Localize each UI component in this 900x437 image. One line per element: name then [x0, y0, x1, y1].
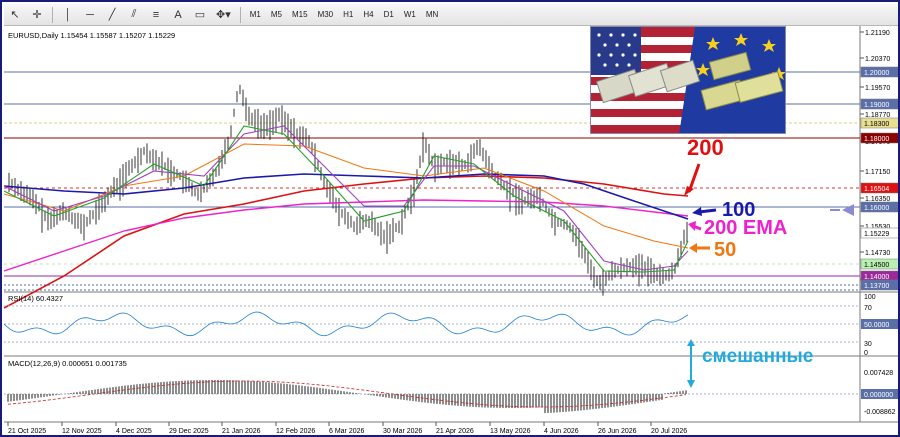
time-tick-label: 13 May 2026	[490, 428, 531, 435]
horizontal-line-icon[interactable]: ─	[80, 6, 100, 24]
time-tick-label: 29 Dec 2025	[169, 428, 209, 435]
timeframe-w1[interactable]: W1	[399, 7, 421, 23]
crosshair-icon[interactable]: ✛	[27, 6, 47, 24]
text-label-icon[interactable]: ▭	[190, 6, 210, 24]
timeframe-h4[interactable]: H4	[358, 7, 378, 23]
fibonacci-icon[interactable]: ≡	[146, 6, 166, 24]
time-tick-label: 21 Jan 2026	[222, 428, 261, 435]
rsi-badge-label: 50.0000	[864, 322, 889, 329]
mixed-arrowhead-down	[687, 380, 695, 388]
chart-window: ↖ ✛ │ ─ ╱ ⫽ ≡ A ▭ ✥▾ M1 M5 M15 M30 H1 H4…	[0, 0, 900, 437]
price-badge-label: 1.18000	[864, 136, 889, 143]
rsi-tick-100: 100	[864, 294, 876, 301]
time-tick-label: 4 Dec 2025	[116, 428, 152, 435]
time-tick-label: 6 Mar 2026	[329, 428, 365, 435]
price-badge-label: 1.20000	[864, 70, 889, 77]
time-tick-label: 12 Feb 2026	[276, 428, 315, 435]
cursor-arrow-icon[interactable]: ↖	[5, 6, 25, 24]
time-tick-label: 21 Apr 2026	[436, 428, 474, 435]
trendline-icon[interactable]: ╱	[102, 6, 122, 24]
price-badge-label: 1.16504	[864, 186, 889, 193]
time-axis: 21 Oct 2025 12 Nov 2025 4 Dec 2025 29 Dec 2…	[7, 422, 687, 435]
timeframe-m30[interactable]: M30	[313, 7, 339, 23]
eu-us-flags-image	[590, 26, 786, 134]
macd-tick-top: 0.007428	[864, 370, 893, 377]
price-badge-label: 1.13700	[864, 283, 889, 290]
toolbar-separator	[52, 6, 53, 23]
timeframe-mn[interactable]: MN	[421, 7, 443, 23]
rsi-tick-30: 30	[864, 341, 872, 348]
channel-icon[interactable]: ⫽	[124, 6, 144, 24]
price-tick-label: 1.20370	[865, 56, 890, 63]
time-tick-label: 30 Mar 2026	[383, 428, 422, 435]
price-tick-label: 1.17150	[865, 169, 890, 176]
price-badge-label: 1.15229	[864, 231, 889, 238]
macd-tick-bottom: -0.008862	[864, 409, 896, 416]
arrows-dropdown-icon[interactable]: ✥▾	[212, 6, 235, 24]
time-tick-label: 21 Oct 2025	[8, 428, 46, 435]
mixed-annotation: смешанные	[702, 346, 813, 367]
macd-histogram	[7, 380, 687, 414]
text-tool-icon[interactable]: A	[168, 6, 188, 24]
vertical-line-icon[interactable]: │	[58, 6, 78, 24]
timeframe-m15[interactable]: M15	[287, 7, 313, 23]
price-tick-label: 1.14730	[865, 250, 890, 257]
timeframe-m5[interactable]: M5	[266, 7, 287, 23]
toolbar-separator	[239, 6, 241, 23]
price-badge-label: 1.14500	[864, 262, 889, 269]
toolbar: ↖ ✛ │ ─ ╱ ⫽ ≡ A ▭ ✥▾ M1 M5 M15 M30 H1 H4…	[4, 4, 898, 26]
timeframe-m1[interactable]: M1	[245, 7, 266, 23]
ma100-arrow	[698, 208, 717, 214]
timeframe-bar: M1 M5 M15 M30 H1 H4 D1 W1 MN	[245, 7, 444, 23]
ma50-annotation: 50	[714, 239, 736, 261]
price-badge-label: 1.16000	[864, 205, 889, 212]
rsi-label: RSI(14) 60.4327	[8, 294, 63, 303]
time-tick-label: 4 Jun 2026	[544, 428, 579, 435]
symbol-label: EURUSD,Daily 1.15454 1.15587 1.15207 1.1…	[8, 31, 175, 40]
price-badge-label: 1.19000	[864, 102, 889, 109]
macd-badge-label: 0.000000	[864, 392, 893, 399]
macd-label: MACD(12,26,9) 0.000651 0.001735	[8, 359, 127, 368]
price-badge-label: 1.18300	[864, 121, 889, 128]
timeframe-d1[interactable]: D1	[379, 7, 399, 23]
ma200-annotation: 200	[687, 135, 724, 160]
timeframe-h1[interactable]: H1	[338, 7, 358, 23]
ema200-annotation: 200 EMA	[704, 217, 787, 239]
time-tick-label: 12 Nov 2025	[62, 428, 102, 435]
chart-area[interactable]: EURUSD,Daily 1.15454 1.15587 1.15207 1.1…	[3, 26, 898, 435]
rsi-tick-70: 70	[864, 305, 872, 312]
time-tick-label: 20 Jul 2026	[651, 428, 687, 435]
time-tick-label: 26 Jun 2026	[598, 428, 637, 435]
price-tick-label: 1.19570	[865, 85, 890, 92]
macd-pane: MACD(12,26,9) 0.000651 0.001735 0.007428…	[4, 359, 898, 416]
rsi-tick-0: 0	[864, 350, 868, 357]
price-tick-label: 1.21190	[865, 30, 890, 37]
